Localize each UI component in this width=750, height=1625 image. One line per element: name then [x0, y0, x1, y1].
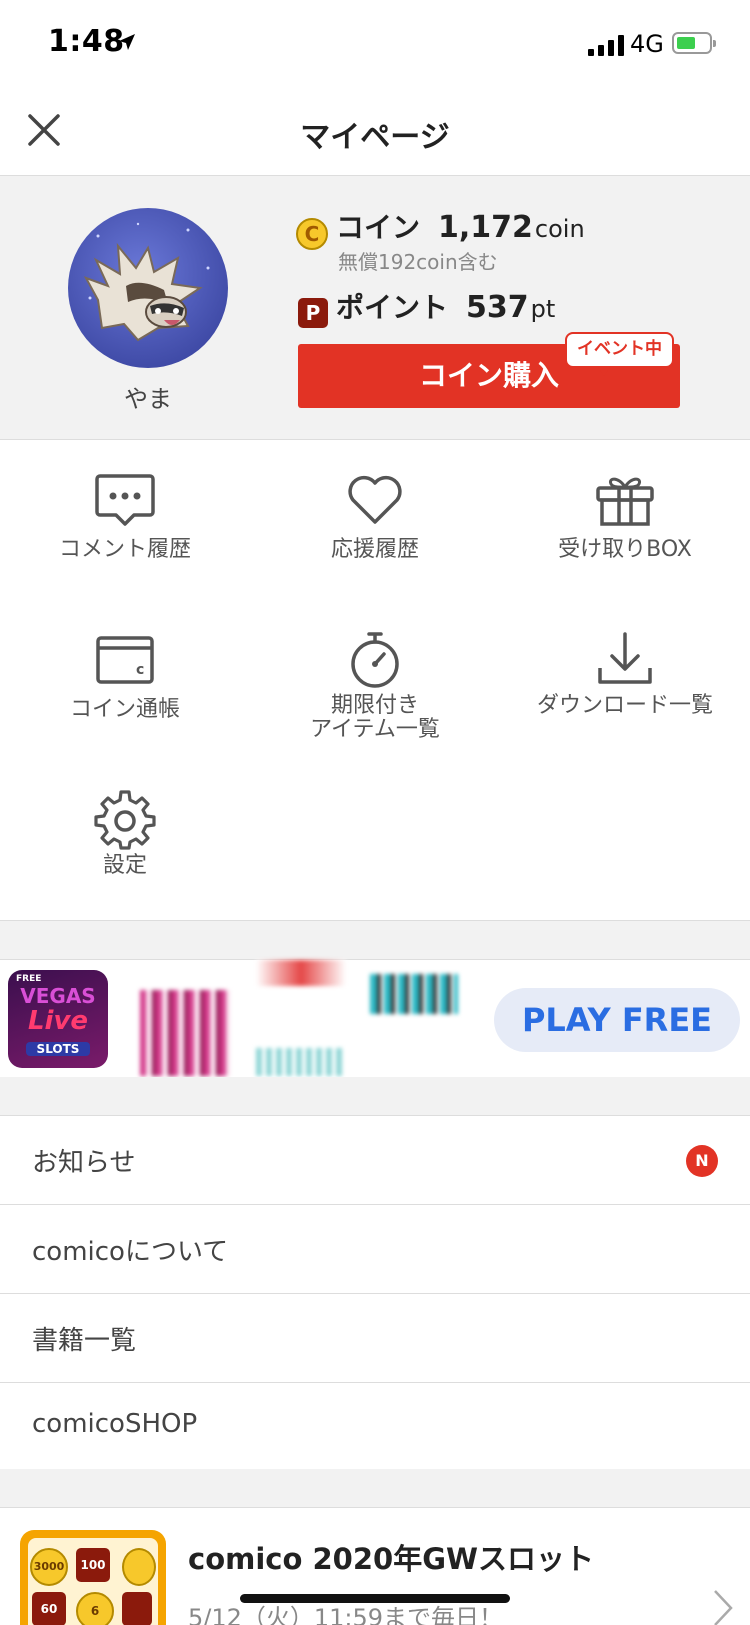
menu-comment-history[interactable]: コメント履歴	[0, 472, 250, 562]
status-time: 1:48	[48, 24, 125, 59]
menu-label-line2: アイテム一覧	[310, 717, 440, 742]
menu-settings[interactable]: 設定	[0, 788, 250, 878]
gear-icon	[94, 790, 156, 850]
cellular-signal-icon	[588, 34, 624, 56]
menu-label: ダウンロード一覧	[536, 693, 713, 718]
info-list: お知らせ N comicoについて 書籍一覧 comicoSHOP	[0, 1115, 750, 1472]
event-badge: イベント中	[565, 332, 674, 376]
point-balance-row: P ポイント 537 pt	[298, 286, 556, 328]
coin-balance-row: C コイン 1,172 coin	[296, 206, 585, 250]
promo-slot-value: 100	[76, 1548, 110, 1582]
ad-icon-slots: SLOTS	[26, 1042, 90, 1056]
coin-unit: coin	[534, 215, 585, 243]
menu-label: コイン通帳	[69, 697, 180, 722]
menu-label: 設定	[102, 853, 147, 878]
new-badge: N	[686, 1145, 718, 1177]
ad-icon-vegas: VEGAS	[20, 984, 96, 1008]
menu-label: 受け取りBOX	[558, 537, 692, 562]
free-coin-note: 無償192coin含む	[338, 250, 498, 274]
network-type: 4G	[630, 30, 664, 58]
status-bar: 1:48 4G	[0, 0, 750, 90]
promo-slot-value: 3000	[30, 1548, 68, 1586]
promo-banner[interactable]: 3000 100 60 6 comico 2020年GWスロット 5/12（火）…	[0, 1507, 750, 1625]
location-arrow-icon	[119, 34, 135, 50]
page-title: マイページ	[300, 120, 450, 155]
menu-coin-ledger[interactable]: c コイン通帳	[0, 632, 250, 722]
section-divider	[0, 921, 750, 959]
ad-banner[interactable]: FREE VEGAS Live SLOTS PLAY FREE	[0, 959, 750, 1078]
ad-icon-live: Live	[27, 1006, 89, 1036]
list-item-books[interactable]: 書籍一覧	[0, 1293, 750, 1382]
coin-value: 1,172	[438, 210, 533, 245]
menu-download-list[interactable]: ダウンロード一覧	[500, 628, 750, 718]
menu-support-history[interactable]: 応援履歴	[250, 472, 500, 562]
point-value: 537	[466, 290, 529, 325]
profile-section: やま C コイン 1,172 coin 無償192coin含む P ポイント 5…	[0, 176, 750, 440]
menu-grid: コメント履歴 応援履歴 受け取りBOX c コイン通帳 期限付き アイテム一覧 …	[0, 440, 750, 921]
promo-slot-value: 60	[32, 1592, 66, 1625]
ad-image-strip	[256, 960, 346, 986]
point-label: ポイント	[336, 291, 449, 324]
ad-image-strip	[370, 974, 458, 1014]
coin-label: コイン	[336, 211, 421, 244]
section-divider	[0, 1469, 750, 1507]
ad-icon-free: FREE	[16, 974, 42, 984]
ad-image-strip	[140, 990, 230, 1076]
username: やま	[124, 385, 172, 413]
ad-app-icon[interactable]: FREE VEGAS Live SLOTS	[8, 970, 108, 1068]
gift-icon	[596, 477, 654, 526]
list-item-label: comicoSHOP	[32, 1409, 198, 1439]
point-unit: pt	[530, 295, 556, 323]
promo-thumbnail: 3000 100 60 6	[20, 1530, 166, 1625]
section-divider	[0, 1077, 750, 1115]
stopwatch-icon	[351, 632, 399, 688]
nav-bar: マイページ	[0, 90, 750, 176]
chevron-right-icon[interactable]	[712, 1588, 734, 1625]
list-item-notices[interactable]: お知らせ N	[0, 1115, 750, 1204]
list-item-label: お知らせ	[32, 1148, 136, 1178]
menu-label: コメント履歴	[58, 537, 191, 562]
svg-text:c: c	[136, 662, 144, 678]
heart-icon	[348, 475, 402, 524]
download-icon	[598, 632, 652, 684]
comment-bubble-icon	[95, 474, 155, 526]
promo-slot-value: 6	[76, 1592, 114, 1625]
list-item-label: comicoについて	[32, 1237, 229, 1267]
avatar-creature-image	[83, 222, 210, 342]
menu-label: 応援履歴	[330, 537, 419, 562]
list-item-about[interactable]: comicoについて	[0, 1204, 750, 1293]
wallet-icon: c	[96, 636, 154, 684]
avatar[interactable]	[68, 208, 228, 368]
home-indicator[interactable]	[240, 1594, 510, 1603]
menu-label-line1: 期限付き	[330, 693, 419, 718]
ad-image-strip	[256, 1048, 346, 1076]
promo-title: comico 2020年GWスロット	[188, 1542, 594, 1576]
play-free-button[interactable]: PLAY FREE	[494, 988, 740, 1052]
menu-limited-items[interactable]: 期限付き アイテム一覧	[250, 628, 500, 742]
point-icon: P	[298, 298, 328, 328]
battery-icon	[672, 32, 716, 54]
list-item-label: 書籍一覧	[32, 1326, 137, 1356]
menu-gift-box[interactable]: 受け取りBOX	[500, 472, 750, 562]
coin-icon: C	[296, 218, 328, 250]
list-item-shop[interactable]: comicoSHOP	[0, 1382, 750, 1472]
